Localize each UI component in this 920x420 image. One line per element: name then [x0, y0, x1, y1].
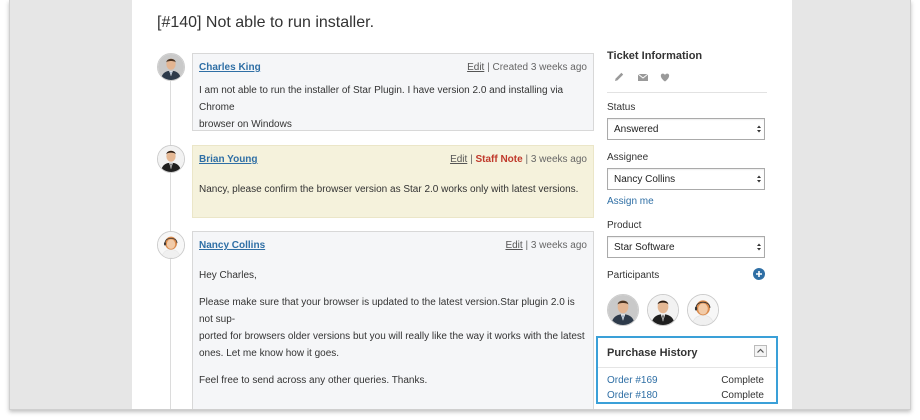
comment-author-link[interactable]: Charles King	[199, 62, 261, 73]
man-suit-avatar-icon	[608, 295, 638, 325]
collapse-button[interactable]	[754, 345, 767, 357]
order-link[interactable]: Order #169	[607, 375, 658, 386]
comment-nancy-collins: Nancy Collins Edit | 3 weeks ago Hey Cha…	[192, 231, 594, 409]
order-status: Complete	[721, 375, 764, 386]
comment-meta: Edit | Created 3 weeks ago	[467, 62, 587, 73]
order-status: Complete	[721, 390, 764, 401]
order-row: Order #169 Complete	[607, 375, 764, 387]
participant-avatar[interactable]	[607, 294, 639, 326]
comment-meta: Edit | 3 weeks ago	[505, 240, 587, 251]
comment-brian-young-staff-note: Brian Young Edit | Staff Note | 3 weeks …	[192, 145, 594, 218]
participant-avatar[interactable]	[687, 294, 719, 326]
edit-link[interactable]: Edit	[450, 154, 467, 165]
avatar-charles-king[interactable]	[157, 53, 185, 81]
purchase-history-title: Purchase History	[607, 347, 698, 359]
status-select[interactable]: Answered	[607, 118, 765, 140]
woman-headset-avatar-icon	[688, 295, 718, 325]
comment-body: Nancy, please confirm the browser versio…	[199, 184, 579, 195]
add-participant-icon[interactable]	[753, 268, 765, 280]
comment-time: 3 weeks ago	[530, 240, 587, 251]
browser-window: [#140] Not able to run installer. Charle…	[9, 0, 911, 410]
select-arrows-icon	[757, 125, 761, 133]
heart-icon[interactable]	[659, 71, 671, 83]
edit-link[interactable]: Edit	[505, 240, 522, 251]
staff-note-badge: Staff Note	[475, 154, 523, 165]
select-arrows-icon	[757, 175, 761, 183]
comment-charles-king: Charles King Edit | Created 3 weeks ago …	[192, 53, 594, 131]
avatar-brian-young[interactable]	[157, 145, 185, 173]
avatar-nancy-collins[interactable]	[157, 231, 185, 259]
envelope-icon[interactable]	[637, 71, 649, 83]
comment-meta: Edit | Staff Note | 3 weeks ago	[450, 154, 587, 165]
man-tie-avatar-icon	[648, 295, 678, 325]
purchase-history-panel: Purchase History Order #169 Complete Ord…	[596, 336, 778, 404]
status-label: Status	[607, 102, 636, 113]
ticket-title: [#140] Not able to run installer.	[157, 14, 375, 31]
status-value: Answered	[614, 124, 659, 135]
comment-body: Hey Charles, Please make sure that your …	[199, 270, 585, 386]
order-link[interactable]: Order #180	[607, 390, 658, 401]
comment-body: I am not able to run the installer of St…	[199, 85, 564, 130]
order-row: Order #180 Complete	[607, 390, 764, 402]
woman-headset-avatar-icon	[158, 232, 184, 258]
comment-author-link[interactable]: Nancy Collins	[199, 240, 265, 251]
comment-time: 3 weeks ago	[530, 154, 587, 165]
product-value: Star Software	[614, 242, 675, 253]
participant-avatar[interactable]	[647, 294, 679, 326]
product-label: Product	[607, 220, 642, 231]
select-arrows-icon	[757, 243, 761, 251]
comment-time: Created 3 weeks ago	[492, 62, 587, 73]
sidebar-divider	[607, 92, 767, 93]
edit-link[interactable]: Edit	[467, 62, 484, 73]
comment-author-link[interactable]: Brian Young	[199, 154, 258, 165]
ticket-info-title: Ticket Information	[607, 50, 703, 62]
participants-label: Participants	[607, 270, 660, 281]
purchase-history-divider	[598, 367, 776, 368]
chevron-up-icon	[757, 348, 764, 353]
assign-me-link[interactable]: Assign me	[607, 196, 654, 207]
product-select[interactable]: Star Software	[607, 236, 765, 258]
assignee-select[interactable]: Nancy Collins	[607, 168, 765, 190]
assignee-value: Nancy Collins	[614, 174, 676, 185]
man-suit-avatar-icon	[158, 54, 184, 80]
man-tie-avatar-icon	[158, 146, 184, 172]
assignee-label: Assignee	[607, 152, 649, 163]
pencil-icon[interactable]	[613, 71, 625, 83]
